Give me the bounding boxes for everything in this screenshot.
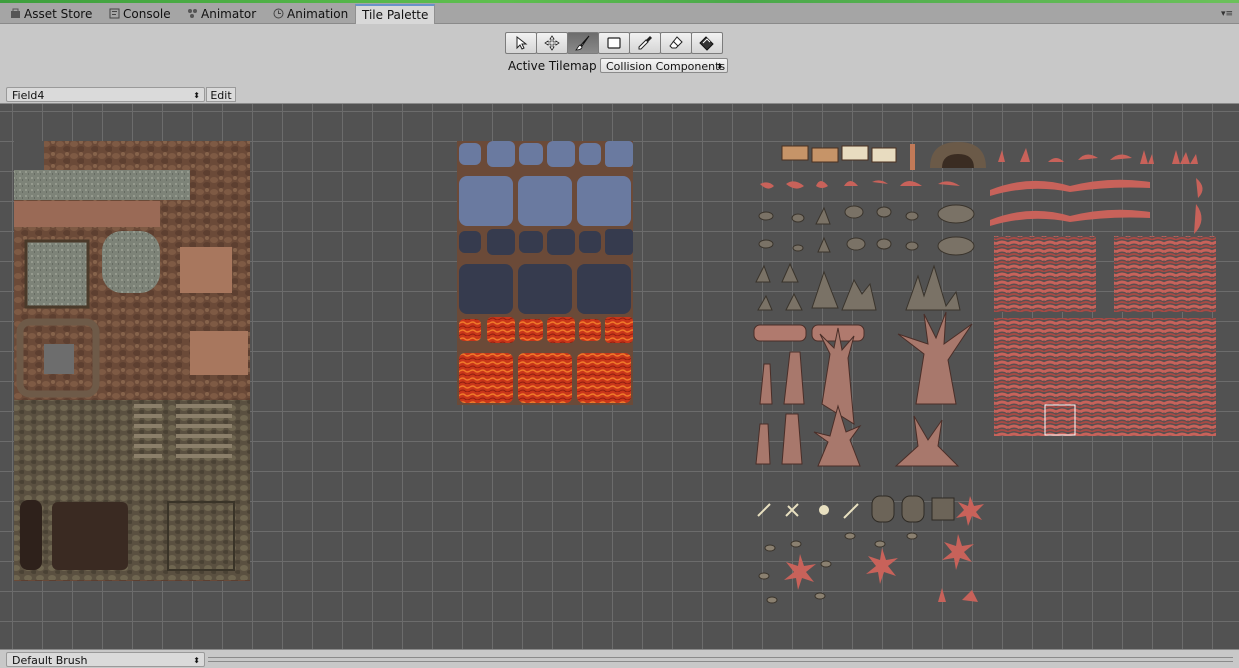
tile-palette-toolbar: Active Tilemap Collision Components ⬍ (0, 24, 1239, 87)
palette-name: Field4 (12, 89, 45, 102)
tab-tile-palette[interactable]: Tile Palette (355, 4, 436, 25)
flood-fill-tool-button[interactable] (691, 32, 723, 54)
tab-console[interactable]: Console (103, 5, 177, 23)
tool-group (505, 32, 723, 54)
palette-dropdown[interactable]: Field4 ⬍ (6, 87, 205, 102)
paint-tool-button[interactable] (567, 32, 599, 54)
dropdown-arrows-icon: ⬍ (716, 62, 723, 71)
tab-label: Animator (201, 7, 257, 21)
active-tilemap-value: Collision Components (606, 60, 726, 73)
move-tool-button[interactable] (536, 32, 568, 54)
tab-asset-store[interactable]: Asset Store (4, 5, 98, 23)
eraser-icon (669, 36, 683, 49)
tile-palette-grid[interactable] (0, 104, 1239, 649)
bucket-icon (699, 36, 714, 51)
tab-label: Animation (287, 7, 349, 21)
move-icon (544, 35, 560, 51)
brush-bar: Default Brush ⬍ (0, 649, 1239, 668)
tab-label: Console (123, 7, 171, 21)
select-tool-button[interactable] (505, 32, 537, 54)
brush-dropdown[interactable]: Default Brush ⬍ (6, 652, 205, 667)
props-tileset (753, 142, 1216, 604)
dropdown-arrows-icon: ⬍ (193, 656, 200, 665)
picker-tool-button[interactable] (629, 32, 661, 54)
brush-icon (575, 35, 590, 51)
edit-palette-button[interactable]: Edit (206, 87, 236, 102)
dropdown-arrows-icon: ⬍ (193, 91, 200, 100)
console-icon (109, 6, 120, 19)
brush-name: Default Brush (12, 654, 88, 667)
palette-tiles (14, 141, 1216, 604)
erase-tool-button[interactable] (660, 32, 692, 54)
clock-icon (273, 6, 284, 19)
editor-tab-bar: Asset Store Console Animator Animation T… (0, 3, 1239, 25)
eyedropper-icon (638, 36, 652, 50)
box-fill-tool-button[interactable] (598, 32, 630, 54)
tab-animator[interactable]: Animator (181, 5, 262, 23)
store-icon (10, 6, 21, 18)
active-tilemap-label: Active Tilemap (508, 59, 597, 73)
pointer-icon (516, 35, 528, 50)
terrain-tileset (14, 141, 250, 581)
tab-animation[interactable]: Animation (267, 5, 354, 23)
palette-bar: Field4 ⬍ Edit (0, 86, 1239, 104)
active-tilemap-dropdown[interactable]: Collision Components ⬍ (600, 58, 728, 73)
water-lava-tileset (457, 141, 633, 405)
tab-menu-icon[interactable]: ▾≡ (1221, 9, 1233, 19)
tab-label: Tile Palette (362, 8, 429, 22)
brush-inspector-splitter[interactable] (208, 657, 1233, 662)
tab-label: Asset Store (24, 7, 93, 21)
rectangle-icon (607, 37, 621, 49)
animator-icon (187, 6, 198, 18)
